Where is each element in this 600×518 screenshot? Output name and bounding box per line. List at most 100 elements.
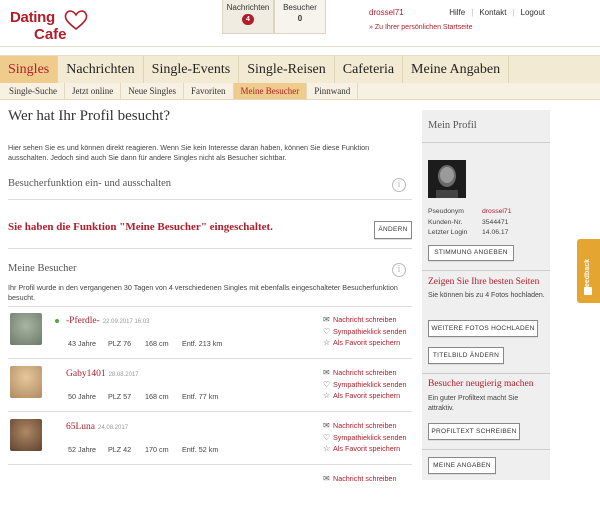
username-link[interactable]: drossel71 — [369, 8, 404, 17]
toggle-section-header: Besucherfunktion ein- und ausschalten i — [8, 178, 412, 200]
subnav-single-suche[interactable]: Single-Suche — [2, 83, 65, 99]
visitor-name: -Pferdle- — [66, 316, 100, 326]
subnav-pinnwand[interactable]: Pinnwand — [307, 83, 359, 99]
mood-button[interactable]: STIMMUNG ANGEBEN — [428, 245, 514, 261]
message-action[interactable]: ✉ Nachricht schreiben — [323, 367, 407, 379]
favorite-action[interactable]: ☆ Als Favorit speichern — [323, 443, 407, 455]
divider — [8, 248, 412, 249]
feedback-tab[interactable]: Feedback — [577, 239, 600, 303]
visitor-stats: 52 Jahre PLZ 42 170 cm Entf. 52 km — [68, 445, 218, 454]
logout-link[interactable]: Logout — [521, 8, 545, 17]
visitor-row: -Pferdle- 22.09.2017 16:03 43 Jahre PLZ 7… — [8, 307, 412, 359]
nav-single-reisen[interactable]: Single-Reisen — [239, 56, 335, 83]
visitor-name-link[interactable]: Gaby1401 28.08.2017 — [66, 369, 139, 379]
visitors-section-header: Meine Besucher i — [8, 263, 412, 281]
visitor-name-link[interactable]: -Pferdle- 22.09.2017 16:03 — [66, 316, 149, 326]
top-bar: Dating Cafe Nachrichten 4 Besucher 0 dro… — [0, 0, 600, 47]
photos-text: Sie können bis zu 4 Fotos hochladen. — [428, 292, 545, 299]
visitor-row: ✉ Nachricht schreiben — [8, 466, 412, 518]
meta-customer-number: 3544471 — [482, 218, 509, 226]
visitors-heading: Meine Besucher — [8, 263, 77, 274]
meta-pseudonym[interactable]: drossel71 — [482, 208, 511, 215]
visitor-plz: PLZ 76 — [108, 339, 132, 348]
visitor-height: 170 cm — [145, 445, 169, 454]
sympathy-action[interactable]: ♡ Sympathieklick senden — [323, 379, 407, 391]
online-indicator-icon — [55, 319, 59, 323]
message-action-label: Nachricht schreiben — [333, 315, 397, 324]
write-profile-text-button[interactable]: PROFILTEXT SCHREIBEN — [428, 423, 520, 440]
nav-meine-angaben[interactable]: Meine Angaben — [403, 56, 510, 83]
profile-photo-image — [428, 160, 466, 198]
visitor-height: 168 cm — [145, 392, 169, 401]
sympathy-action[interactable]: ♡ Sympathieklick senden — [323, 326, 407, 338]
visitor-stats: 50 Jahre PLZ 57 168 cm Entf. 77 km — [68, 392, 218, 401]
subnav-neue-singles[interactable]: Neue Singles — [121, 83, 184, 99]
visitor-stats: 43 Jahre PLZ 76 168 cm Entf. 213 km — [68, 339, 222, 348]
subnav-meine-besucher[interactable]: Meine Besucher — [233, 83, 308, 99]
nav-singles[interactable]: Singles — [0, 56, 59, 83]
startpage-link[interactable]: » Zu Ihrer persönlichen Startseite — [369, 24, 473, 31]
meta-key: Letzter Login — [428, 229, 468, 236]
visitors-counter[interactable]: Besucher 0 — [274, 0, 326, 34]
upload-photos-button[interactable]: WEITERE FOTOS HOCHLADEN — [428, 320, 538, 337]
profile-photo[interactable] — [428, 160, 466, 198]
nav-nachrichten[interactable]: Nachrichten — [58, 56, 144, 83]
messages-counter-label: Nachrichten — [226, 3, 270, 12]
sympathy-action-label: Sympathieklick senden — [333, 326, 407, 336]
message-action-label: Nachricht schreiben — [333, 474, 397, 483]
meta-last-login: 14.06.17 — [482, 229, 509, 236]
visitor-plz: PLZ 42 — [108, 445, 132, 454]
logo-line-1: Dating — [10, 9, 55, 26]
visitor-actions: ✉ Nachricht schreiben ♡ Sympathieklick sen… — [323, 367, 407, 402]
curious-text: Ein guter Profiltext macht Sie attraktiv… — [428, 395, 519, 412]
status-message: Sie haben die Funktion "Meine Besucher" … — [8, 221, 273, 233]
curious-heading: Besucher neugierig machen — [428, 379, 534, 389]
envelope-icon: ✉ — [323, 368, 330, 377]
message-action[interactable]: ✉ Nachricht schreiben — [323, 420, 407, 432]
visitor-name-link[interactable]: 65Luna 24.08.2017 — [66, 422, 128, 432]
change-cover-button[interactable]: TITELBILD ÄNDERN — [428, 347, 504, 364]
sympathy-action-label: Sympathieklick senden — [333, 432, 407, 442]
nav-single-events[interactable]: Single-Events — [144, 56, 240, 83]
visitor-avatar[interactable] — [10, 366, 42, 398]
intro-text: Hier sehen Sie es und können direkt reag… — [8, 143, 370, 162]
nav-cafeteria[interactable]: Cafeteria — [335, 56, 404, 83]
sympathy-action[interactable]: ♡ Sympathieklick senden — [323, 432, 407, 444]
visitor-age: 50 Jahre — [68, 392, 96, 401]
visitor-plz: PLZ 57 — [108, 392, 132, 401]
change-button[interactable]: ÄNDERN — [374, 221, 412, 239]
messages-count-badge: 4 — [242, 14, 254, 25]
favorite-action[interactable]: ☆ Als Favorit speichern — [323, 337, 407, 349]
my-details-button[interactable]: MEINE ANGABEN — [428, 457, 496, 474]
visitor-avatar[interactable] — [10, 419, 42, 451]
heart-icon: ♡ — [323, 379, 331, 389]
visitor-distance: Entf. 52 km — [182, 445, 219, 454]
divider — [422, 270, 550, 271]
meta-key: Kunden-Nr. — [428, 218, 463, 226]
logo[interactable]: Dating Cafe — [10, 9, 90, 43]
message-action-label: Nachricht schreiben — [333, 368, 397, 377]
subnav-jetzt-online[interactable]: Jetzt online — [65, 83, 122, 99]
message-action[interactable]: ✉ Nachricht schreiben — [323, 473, 397, 485]
info-icon[interactable]: i — [392, 263, 406, 277]
messages-counter[interactable]: Nachrichten 4 — [222, 0, 274, 34]
heart-icon — [64, 10, 88, 31]
visitors-count: 0 — [297, 14, 303, 23]
message-action[interactable]: ✉ Nachricht schreiben — [323, 314, 407, 326]
visitor-actions: ✉ Nachricht schreiben — [323, 473, 397, 485]
separator: | — [512, 8, 515, 17]
subnav-favoriten[interactable]: Favoriten — [184, 83, 234, 99]
toggle-heading: Besucherfunktion ein- und ausschalten — [8, 178, 171, 189]
star-icon: ☆ — [323, 391, 331, 400]
visitor-name: 65Luna — [66, 422, 96, 432]
contact-link[interactable]: Kontakt — [479, 8, 506, 17]
info-icon[interactable]: i — [392, 178, 406, 192]
envelope-icon: ✉ — [323, 421, 330, 430]
help-link[interactable]: Hilfe — [449, 8, 465, 17]
visit-date: 24.08.2017 — [98, 425, 129, 431]
favorite-action[interactable]: ☆ Als Favorit speichern — [323, 390, 407, 402]
heart-icon: ♡ — [323, 326, 331, 336]
top-links: Hilfe | Kontakt | Logout — [449, 8, 545, 17]
visitor-avatar[interactable] — [10, 313, 42, 345]
visitor-distance: Entf. 213 km — [182, 339, 223, 348]
